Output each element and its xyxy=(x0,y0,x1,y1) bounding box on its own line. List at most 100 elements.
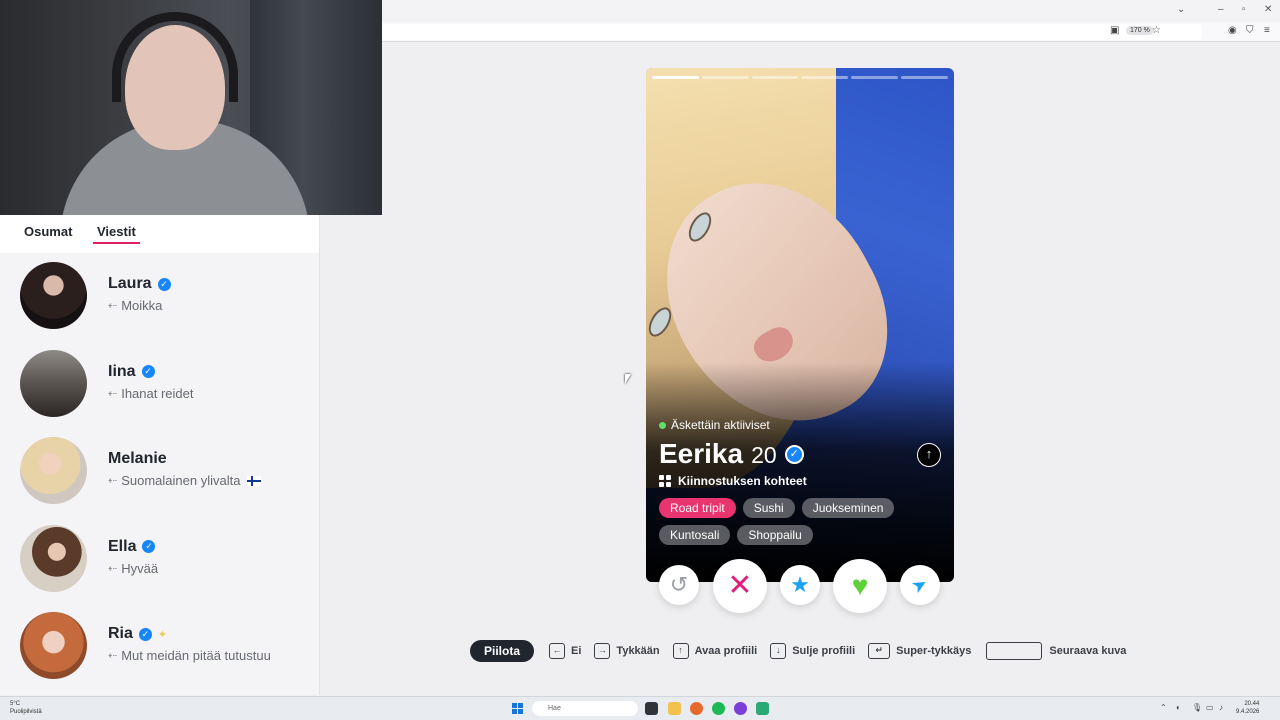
open-profile-button[interactable]: ↑ xyxy=(917,443,941,467)
last-message: ⇠ Moikka xyxy=(108,298,162,313)
x-icon: ✕ xyxy=(727,569,753,602)
star-icon: ★ xyxy=(790,572,810,597)
shortcut-close-profile-label: Sulje profiili xyxy=(792,645,856,657)
verified-icon: ✓ xyxy=(142,540,156,553)
interest-chip: Road tripit xyxy=(659,498,736,518)
sparkle-icon: ✦ xyxy=(157,628,168,641)
weather-desc: Puolipilvistä xyxy=(10,709,42,715)
taskbar-search-placeholder: Hae xyxy=(548,705,561,712)
webcam-overlay xyxy=(0,0,382,215)
shortcut-like-label: Tykkään xyxy=(616,645,660,657)
url-field[interactable] xyxy=(382,24,1202,40)
super-like-button[interactable]: ★ xyxy=(780,565,820,605)
list-item[interactable]: Ella ✓ ⇠ Hyvää xyxy=(0,520,320,608)
shortcut-no-label: Ei xyxy=(571,645,582,657)
last-message-text: Suomalainen ylivalta xyxy=(121,473,241,488)
list-item[interactable]: Iina ✓ ⇠ Ihanat reidet xyxy=(0,345,320,433)
extension-icon[interactable]: ◉ xyxy=(1228,25,1237,36)
like-button[interactable]: ♥ xyxy=(833,559,887,613)
photo-progress-segment[interactable] xyxy=(801,76,849,79)
task-view-icon[interactable] xyxy=(645,702,658,715)
messenger-icon[interactable] xyxy=(734,702,747,715)
list-item[interactable]: Ria ✓ ✦ ⇠ Mut meidän pitää tutustuu xyxy=(0,607,320,695)
hide-shortcuts-button[interactable]: Piilota xyxy=(470,640,535,662)
network-icon[interactable]: ▭ xyxy=(1206,703,1214,712)
zoom-level[interactable]: 170 % xyxy=(1126,26,1154,35)
windows-start-icon[interactable] xyxy=(512,703,523,714)
firefox-icon[interactable] xyxy=(690,702,703,715)
tray-chevron-icon[interactable]: ⌃ xyxy=(1160,703,1167,712)
interests-grid-icon xyxy=(659,475,671,487)
arrow-left-key-icon: ← xyxy=(549,643,566,659)
boost-button[interactable]: ➤ xyxy=(900,565,940,605)
clock-date: 9.4.2026 xyxy=(1236,709,1260,715)
shield-icon[interactable]: ⛉ xyxy=(1246,25,1254,36)
tab-messages[interactable]: Viestit xyxy=(93,224,140,244)
list-item[interactable]: Melanie ⇠ Suomalainen ylivalta xyxy=(0,432,320,520)
last-message: ⇠ Hyvää xyxy=(108,561,158,576)
photo-progress-segment[interactable] xyxy=(901,76,948,79)
last-message: ⇠ Mut meidän pitää tutustuu xyxy=(108,648,271,663)
match-name: Ella ✓ xyxy=(108,538,156,556)
match-name-text: Melanie xyxy=(108,450,167,467)
photo-progress-segment[interactable] xyxy=(701,76,749,79)
interest-chip: Sushi xyxy=(742,498,795,518)
tab-matches[interactable]: Osumat xyxy=(24,224,72,239)
microphone-icon[interactable]: 🎙 xyxy=(1192,703,1202,712)
match-name-text: Laura xyxy=(108,275,152,292)
menu-icon[interactable]: ≡ xyxy=(1264,25,1270,36)
reply-arrow-icon: ⇠ xyxy=(108,475,118,487)
close-icon[interactable]: ✕ xyxy=(1264,4,1272,15)
rewind-button[interactable]: ↺ xyxy=(659,565,699,605)
mouse-cursor xyxy=(625,374,631,384)
chevron-down-icon[interactable]: ⌄ xyxy=(1177,4,1185,15)
headset-icon xyxy=(112,12,238,102)
match-name: Ria ✓ ✦ xyxy=(108,625,167,643)
arrow-right-key-icon: → xyxy=(594,643,611,659)
spotify-icon[interactable] xyxy=(712,702,725,715)
clock-time: 20.44 xyxy=(1244,701,1260,707)
volume-icon[interactable]: ♪ xyxy=(1219,703,1223,712)
last-message: ⇠ Ihanat reidet xyxy=(108,386,194,401)
photo-progress-segment[interactable] xyxy=(851,76,899,79)
photo-progress-bar xyxy=(652,76,948,79)
reply-arrow-icon: ⇠ xyxy=(108,562,118,575)
match-name: Iina ✓ xyxy=(108,363,155,381)
finnish-flag-icon xyxy=(247,475,262,486)
app-icon[interactable] xyxy=(756,702,769,715)
bookmark-star-icon[interactable]: ☆ xyxy=(1152,25,1161,36)
verified-icon: ✓ xyxy=(141,365,155,378)
reply-arrow-icon: ⇠ xyxy=(108,387,118,400)
interest-chip: Shoppailu xyxy=(737,525,813,545)
reader-view-icon[interactable]: ▣ xyxy=(1110,25,1119,36)
profile-age: 20 xyxy=(751,442,777,468)
maximize-icon[interactable]: ▫ xyxy=(1242,4,1246,15)
weather-temp: 5°C xyxy=(10,701,21,707)
message-list: Laura ✓ ⇠ Moikka Iina ✓ ⇠ Ihanat reidet Mela… xyxy=(0,257,320,695)
reply-arrow-icon: ⇠ xyxy=(108,650,118,662)
shortcut-open-profile-label: Avaa profiili xyxy=(694,645,758,657)
profile-card[interactable]: Äskettäin aktiiviset Eerika 20 ✓ Kiinnos… xyxy=(646,68,954,582)
file-explorer-icon[interactable] xyxy=(668,702,681,715)
last-message: ⇠ Suomalainen ylivalta xyxy=(108,473,262,488)
messages-panel: Osumat Viestit Laura ✓ ⇠ Moikka Iina ✓ ⇠ Iha… xyxy=(0,215,320,695)
list-item[interactable]: Laura ✓ ⇠ Moikka xyxy=(0,257,320,345)
match-name: Melanie xyxy=(108,450,167,468)
activity-status: Äskettäin aktiiviset xyxy=(659,418,770,432)
last-message-text: Ihanat reidet xyxy=(121,385,194,401)
nope-button[interactable]: ✕ xyxy=(713,559,767,613)
weather-widget[interactable]: 5°C Puolipilvistä xyxy=(10,700,42,716)
tray-app-icon[interactable]: ◐ xyxy=(1176,703,1181,712)
clock[interactable]: 20.44 9.4.2026 xyxy=(1236,700,1259,716)
taskbar-search[interactable]: Hae xyxy=(532,701,638,716)
photo-gradient xyxy=(646,362,954,582)
photo-progress-segment[interactable] xyxy=(652,76,699,79)
avatar xyxy=(20,437,87,504)
minimize-icon[interactable]: – xyxy=(1218,4,1224,15)
interest-chip: Juokseminen xyxy=(801,498,895,518)
arrow-down-key-icon: ↓ xyxy=(770,643,787,659)
shortcut-super-like-label: Super-tykkäys xyxy=(896,645,972,657)
activity-status-text: Äskettäin aktiiviset xyxy=(671,418,770,432)
verified-icon: ✓ xyxy=(784,444,804,464)
photo-progress-segment[interactable] xyxy=(751,76,799,79)
